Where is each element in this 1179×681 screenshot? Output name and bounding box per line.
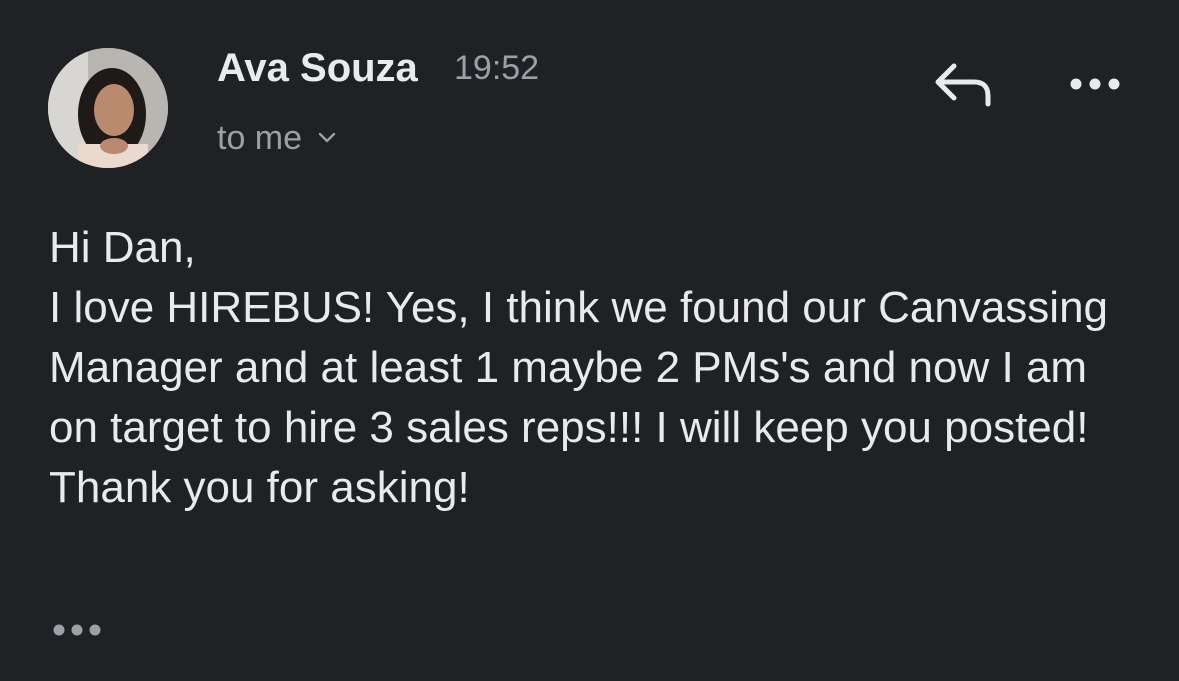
reply-button[interactable]	[928, 56, 996, 112]
avatar-photo	[48, 48, 168, 168]
ellipsis-icon	[53, 624, 101, 636]
chevron-down-icon	[318, 131, 336, 149]
recipient-label: to me	[217, 119, 303, 157]
sender-avatar[interactable]	[48, 48, 168, 168]
message-time: 19:52	[454, 49, 540, 87]
show-trimmed-content-button[interactable]	[48, 616, 108, 644]
more-horizontal-icon	[1070, 78, 1120, 90]
reply-arrow-icon	[935, 63, 991, 107]
more-options-button[interactable]	[1064, 64, 1128, 104]
greeting-line: Hi Dan,	[49, 223, 196, 272]
sender-name[interactable]: Ava Souza	[217, 44, 418, 92]
message-paragraph: I love HIREBUS! Yes, I think we found ou…	[49, 283, 1109, 512]
recipient-details-toggle[interactable]: to me	[217, 116, 336, 160]
message-body: Hi Dan, I love HIREBUS! Yes, I think we …	[49, 218, 1129, 518]
